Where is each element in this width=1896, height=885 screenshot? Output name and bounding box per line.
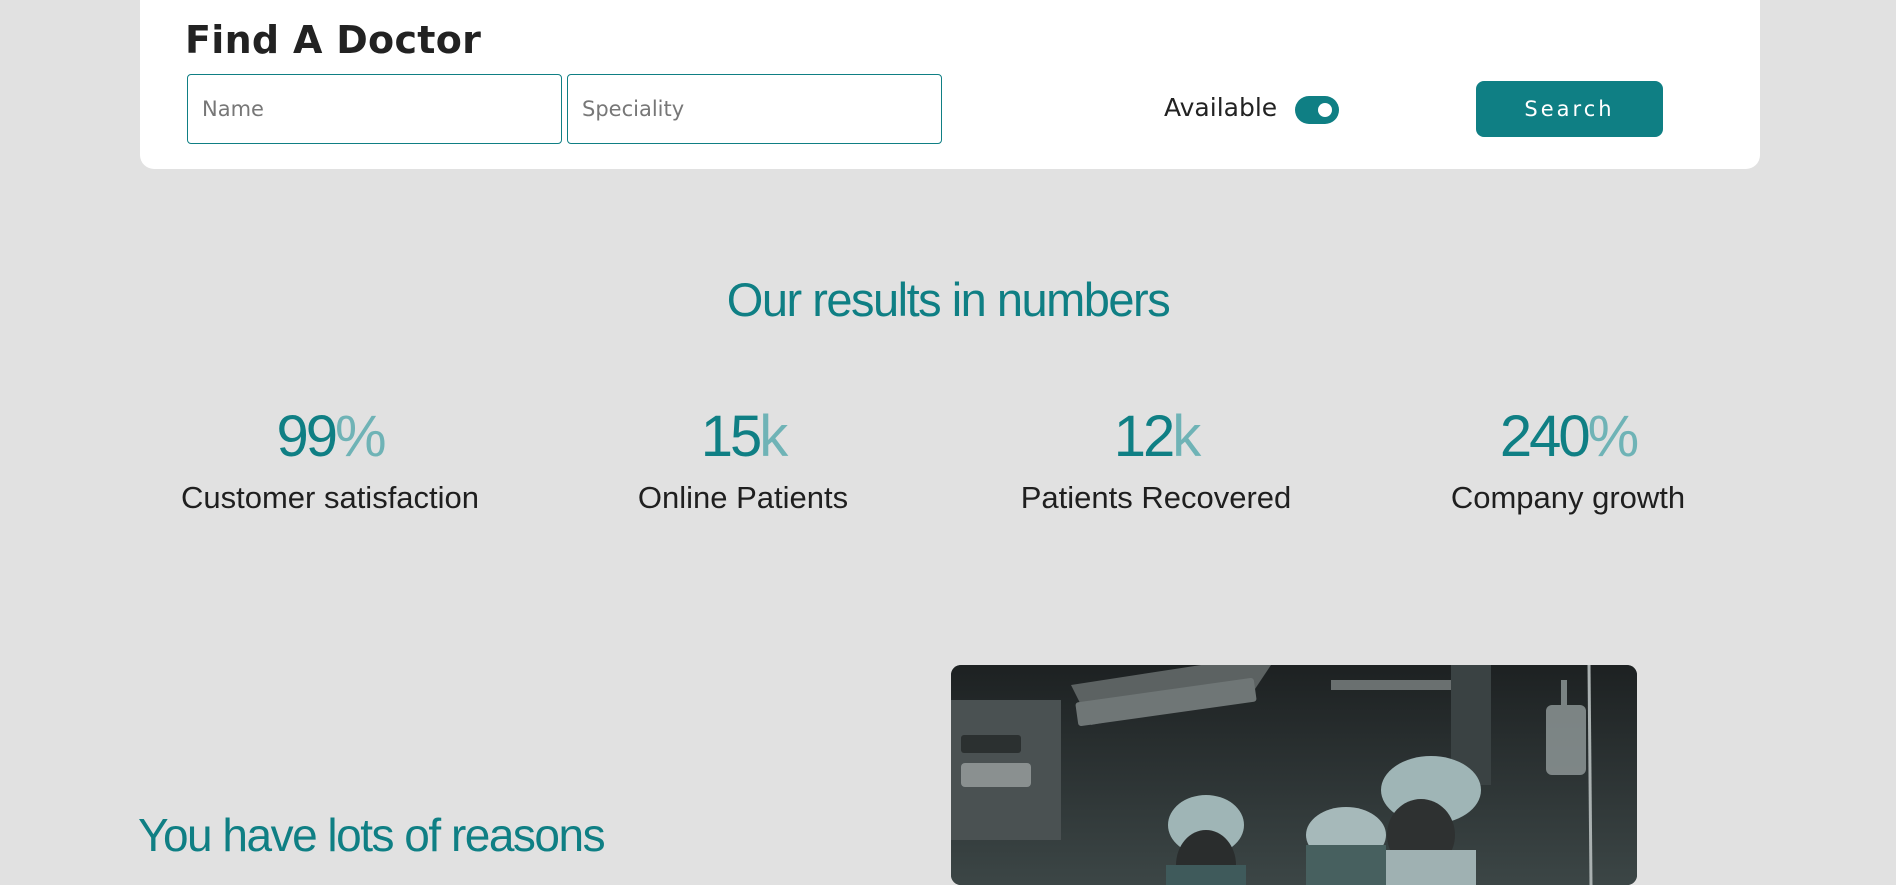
stat-label: Online Patients <box>637 480 849 515</box>
surgery-photo <box>951 665 1637 885</box>
results-heading: Our results in numbers <box>726 273 1171 326</box>
stat-patients-recovered: 12k Patients Recovered <box>946 404 1366 516</box>
stat-suffix: k <box>1172 404 1201 469</box>
stat-value: 240 <box>1499 404 1591 469</box>
stat-value: 99 <box>276 404 337 469</box>
stat-value: 12 <box>1113 404 1175 469</box>
stat-label: Company growth <box>1450 480 1686 515</box>
toggle-knob <box>1318 103 1332 117</box>
stat-customer-satisfaction: 99% Customer satisfaction <box>120 404 540 516</box>
stat-suffix: % <box>334 404 387 469</box>
stat-number: 15k <box>533 404 953 470</box>
stat-online-patients: 15k Online Patients <box>533 404 953 516</box>
stat-value: 15 <box>700 404 762 469</box>
stat-suffix: % <box>1587 404 1640 469</box>
search-button[interactable]: Search <box>1476 81 1663 137</box>
name-input[interactable] <box>187 74 562 144</box>
speciality-input[interactable] <box>567 74 942 144</box>
stat-suffix: k <box>759 404 788 469</box>
available-label: Available <box>1164 93 1278 122</box>
available-toggle[interactable] <box>1295 96 1339 124</box>
stat-number: 12k <box>946 404 1366 470</box>
find-doctor-title: Find A Doctor <box>185 18 482 62</box>
stat-number: 240% <box>1358 404 1778 470</box>
stat-company-growth: 240% Company growth <box>1358 404 1778 516</box>
stat-number: 99% <box>120 404 540 470</box>
stat-label: Patients Recovered <box>1020 480 1292 515</box>
reasons-heading: You have lots of reasons <box>138 809 606 861</box>
stat-label: Customer satisfaction <box>180 480 480 515</box>
